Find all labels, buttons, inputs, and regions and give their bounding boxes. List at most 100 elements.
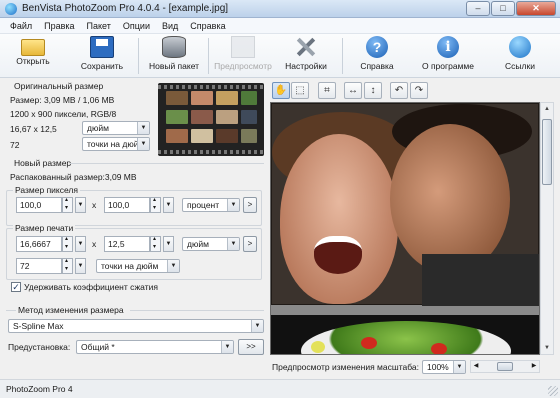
pixel-height-input[interactable]: 100,0: [104, 197, 150, 213]
print-height-dropdown-button[interactable]: ▼: [163, 236, 174, 252]
crop-button[interactable]: ⌗: [318, 82, 336, 99]
pixel-height-dropdown-button[interactable]: ▼: [163, 197, 174, 213]
original-pixel-dims: 1200 x 900 пиксели, RGB/8: [10, 109, 117, 119]
hand-icon: ✋: [274, 85, 288, 96]
print-size-title: Размер печати: [13, 223, 76, 233]
print-unit-select[interactable]: дюйм ▼: [182, 237, 240, 251]
thumbnail: [166, 91, 188, 105]
pixel-more-button[interactable]: >: [243, 197, 257, 213]
preset-more-button[interactable]: >>: [238, 339, 264, 355]
vertical-scrollbar[interactable]: ▲ ▼: [540, 102, 554, 355]
scroll-down-icon[interactable]: ▼: [541, 342, 553, 354]
print-height-spinner[interactable]: [150, 235, 161, 252]
pixel-width-dropdown-button[interactable]: ▼: [75, 197, 86, 213]
scroll-thumb[interactable]: [542, 119, 552, 185]
links-button[interactable]: Ссылки: [498, 36, 542, 76]
photo-detail: [280, 134, 398, 304]
globe-icon: [509, 36, 531, 58]
pixel-unit-select[interactable]: процент ▼: [182, 198, 240, 212]
open-button[interactable]: Открыть: [8, 36, 58, 76]
pixel-width-spinner[interactable]: [62, 196, 73, 213]
original-res-unit-select[interactable]: точки на дюйм ▼: [82, 137, 150, 151]
minimize-button[interactable]: –: [466, 1, 490, 16]
help-button[interactable]: ? Справка: [354, 36, 400, 76]
image-toolbar: ✋ ⬚ ⌗ ↔ ↕ ↶ ↷: [270, 79, 560, 101]
resize-grip-icon[interactable]: [548, 386, 558, 396]
preview-button[interactable]: Предпросмотр: [212, 36, 274, 76]
menu-edit[interactable]: Правка: [38, 21, 80, 31]
times-sign: x: [92, 200, 97, 210]
scroll-left-icon[interactable]: ◀: [471, 361, 481, 372]
toolbar-separator: [138, 38, 139, 74]
fit-height-button[interactable]: ↕: [364, 82, 382, 99]
section-divider: [70, 163, 264, 164]
menu-options[interactable]: Опции: [117, 21, 156, 31]
photo-detail: [301, 321, 511, 354]
preset-value: Общий *: [81, 342, 115, 352]
original-size-header: Оригинальный размер: [14, 81, 104, 91]
save-button[interactable]: Сохранить: [72, 36, 132, 76]
menu-help[interactable]: Справка: [184, 21, 231, 31]
source-thumbnail-filmstrip: [158, 83, 264, 156]
rotate-right-button[interactable]: ↷: [410, 82, 428, 99]
method-header: Метод изменения размера: [18, 305, 124, 315]
print-resolution-spinner[interactable]: [62, 257, 73, 274]
select-tool-button[interactable]: ⬚: [291, 82, 309, 99]
print-resolution-dropdown-button[interactable]: ▼: [75, 258, 86, 274]
chevron-down-icon: ▼: [137, 122, 149, 134]
preview-zoom-label: Предпросмотр изменения масштаба:: [272, 362, 419, 372]
thumbnail: [216, 91, 238, 105]
thumbnail: [241, 129, 257, 143]
tools-icon: [294, 36, 318, 58]
original-unit-select[interactable]: дюйм ▼: [82, 121, 150, 135]
section-divider: [6, 310, 16, 311]
print-height-input[interactable]: 12,5: [104, 236, 150, 252]
new-batch-label: Новый пакет: [148, 61, 200, 71]
window-controls: – □ ✕: [465, 1, 556, 16]
width-arrows-icon: ↔: [348, 85, 358, 96]
print-width-dropdown-button[interactable]: ▼: [75, 236, 86, 252]
hand-tool-button[interactable]: ✋: [272, 82, 290, 99]
settings-panel: Оригинальный размер Размер: 3,09 MB / 1,…: [0, 79, 270, 379]
print-width-spinner[interactable]: [62, 235, 73, 252]
new-batch-button[interactable]: Новый пакет: [144, 36, 204, 76]
chevron-down-icon: ▼: [221, 341, 233, 353]
keep-ratio-checkbox[interactable]: ✓: [11, 282, 21, 292]
rotate-right-icon: ↷: [414, 85, 424, 96]
print-width-input[interactable]: 16,6667: [16, 236, 62, 252]
chevron-down-icon: ▼: [137, 138, 149, 150]
photo-detail: [422, 254, 539, 306]
horizontal-scrollbar[interactable]: ◀ ▶: [470, 360, 540, 373]
pixel-height-spinner[interactable]: [150, 196, 161, 213]
preview-zoom-select[interactable]: 100% ▼: [422, 360, 466, 374]
pixel-width-input[interactable]: 100,0: [16, 197, 62, 213]
maximize-button[interactable]: □: [491, 1, 515, 16]
menu-batch[interactable]: Пакет: [81, 21, 117, 31]
scroll-up-icon[interactable]: ▲: [541, 103, 553, 115]
fit-width-button[interactable]: ↔: [344, 82, 362, 99]
preset-select[interactable]: Общий * ▼: [76, 340, 234, 354]
scroll-thumb[interactable]: [497, 362, 513, 371]
rotate-left-button[interactable]: ↶: [390, 82, 408, 99]
preview-photo-salad: [271, 315, 539, 354]
preset-label: Предустановка:: [8, 342, 71, 352]
about-button[interactable]: i О программе: [416, 36, 480, 76]
settings-button[interactable]: Настройки: [280, 36, 332, 76]
menu-file[interactable]: Файл: [4, 21, 38, 31]
unpacked-size: Распакованный размер:3,09 MB: [10, 172, 137, 182]
section-divider: [130, 310, 264, 311]
height-arrows-icon: ↕: [370, 85, 376, 96]
preview-zoom-value: 100%: [427, 362, 449, 372]
menu-view[interactable]: Вид: [156, 21, 184, 31]
scroll-right-icon[interactable]: ▶: [529, 361, 539, 372]
photo-detail: [390, 124, 510, 274]
title-bar: BenVista PhotoZoom Pro 4.0.4 - [example.…: [0, 0, 560, 18]
print-more-button[interactable]: >: [243, 236, 257, 252]
print-resolution-input[interactable]: 72: [16, 258, 62, 274]
menu-bar: Файл Правка Пакет Опции Вид Справка: [0, 18, 560, 34]
open-label: Открыть: [16, 56, 50, 66]
close-button[interactable]: ✕: [516, 1, 556, 16]
method-select[interactable]: S-Spline Max ▼: [8, 319, 264, 333]
image-preview-area[interactable]: [270, 102, 540, 355]
print-res-unit-select[interactable]: точки на дюйм ▼: [96, 259, 180, 273]
